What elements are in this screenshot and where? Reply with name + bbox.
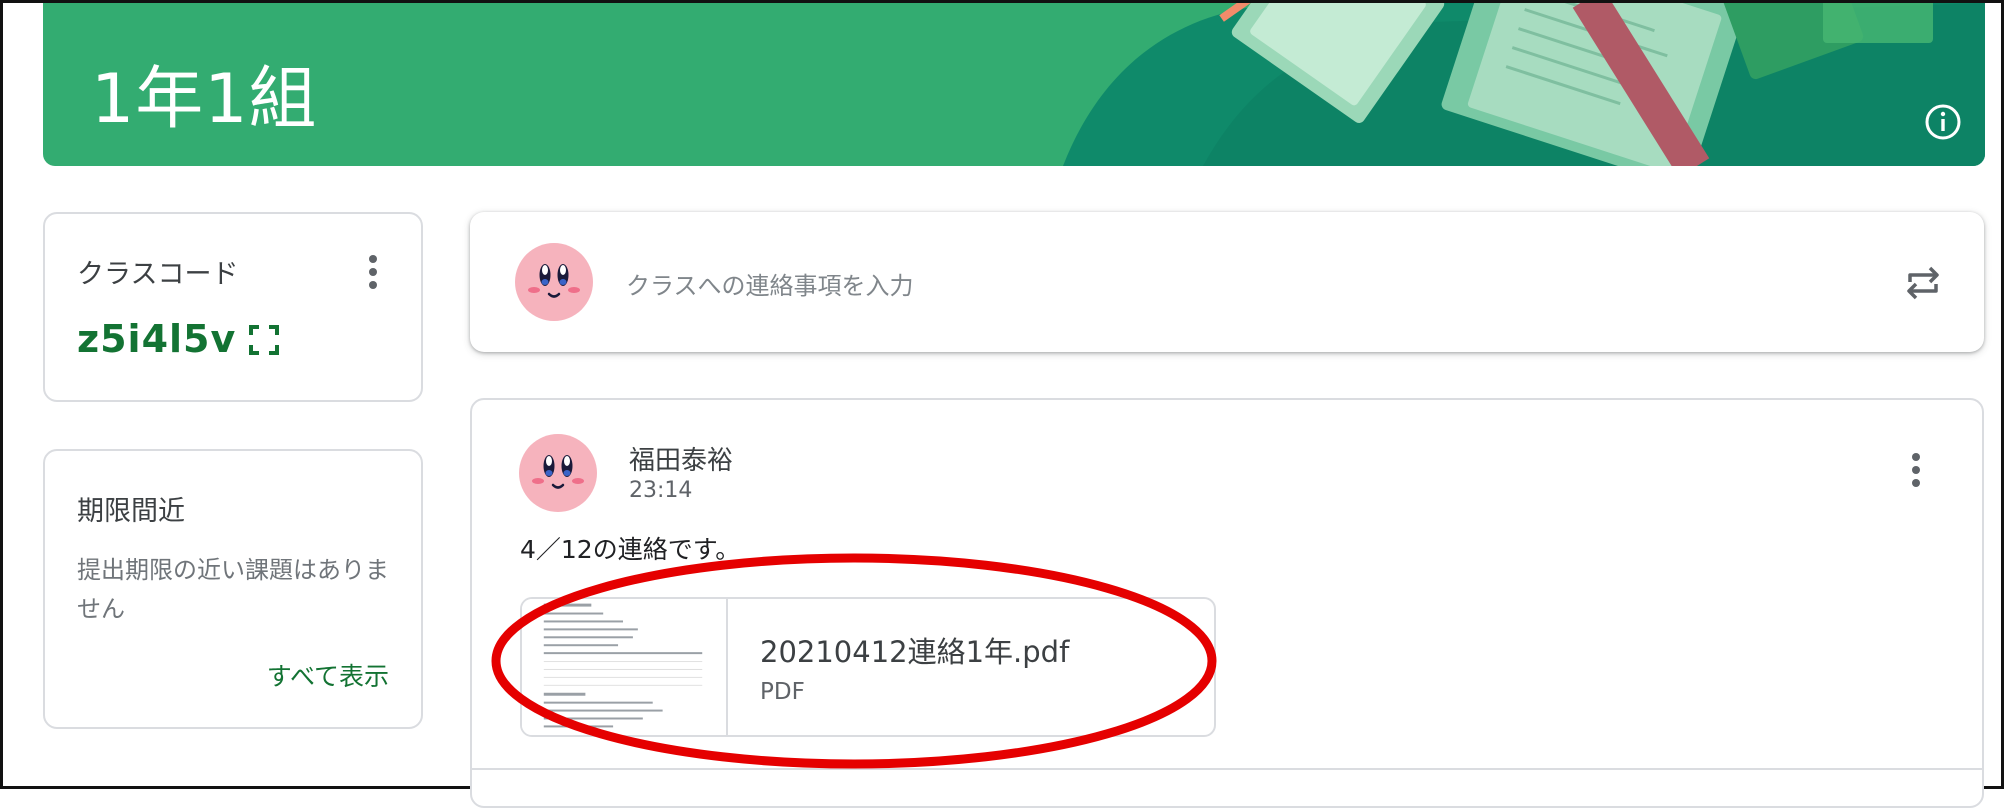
compose-placeholder: クラスへの連絡事項を入力 <box>626 272 914 300</box>
post-author[interactable]: 福田泰裕 <box>629 440 733 477</box>
class-code-card: クラスコード z5i4l5v <box>43 212 423 402</box>
repost-icon[interactable] <box>1902 262 1944 304</box>
kirby-avatar <box>519 434 597 512</box>
view-all-link[interactable]: すべて表示 <box>267 657 389 693</box>
announcement-post: 福田泰裕 23:14 4／12の連絡です。 20210412連絡1年.pdf P… <box>470 398 1984 808</box>
banner-illustration <box>1063 3 1985 166</box>
more-vert-icon[interactable] <box>1908 450 1924 490</box>
kirby-avatar <box>515 243 593 321</box>
pdf-thumbnail <box>522 599 728 735</box>
info-icon[interactable] <box>1923 102 1963 142</box>
more-vert-icon[interactable] <box>365 252 381 292</box>
screenshot-frame: 1年1組 クラスコード z5i4l5v 期限間近 提出期限の近い課題はありません <box>0 0 2004 808</box>
class-banner: 1年1組 <box>43 3 1985 166</box>
post-divider <box>472 768 1982 770</box>
class-title: 1年1組 <box>91 60 318 139</box>
upcoming-card: 期限間近 提出期限の近い課題はありません すべて表示 <box>43 449 423 729</box>
announcement-compose[interactable]: クラスへの連絡事項を入力 <box>470 212 1984 352</box>
attachment-filename: 20210412連絡1年.pdf <box>760 635 1070 669</box>
upcoming-empty-text: 提出期限の近い課題はありません <box>77 556 389 623</box>
post-timestamp: 23:14 <box>629 478 693 503</box>
post-body-text: 4／12の連絡です。 <box>520 535 741 564</box>
pdf-attachment[interactable]: 20210412連絡1年.pdf PDF <box>520 597 1216 737</box>
fullscreen-icon[interactable] <box>247 323 281 357</box>
upcoming-label: 期限間近 <box>77 496 185 527</box>
attachment-type: PDF <box>760 679 805 705</box>
class-code-value: z5i4l5v <box>77 317 237 361</box>
class-code-label: クラスコード <box>77 259 239 290</box>
